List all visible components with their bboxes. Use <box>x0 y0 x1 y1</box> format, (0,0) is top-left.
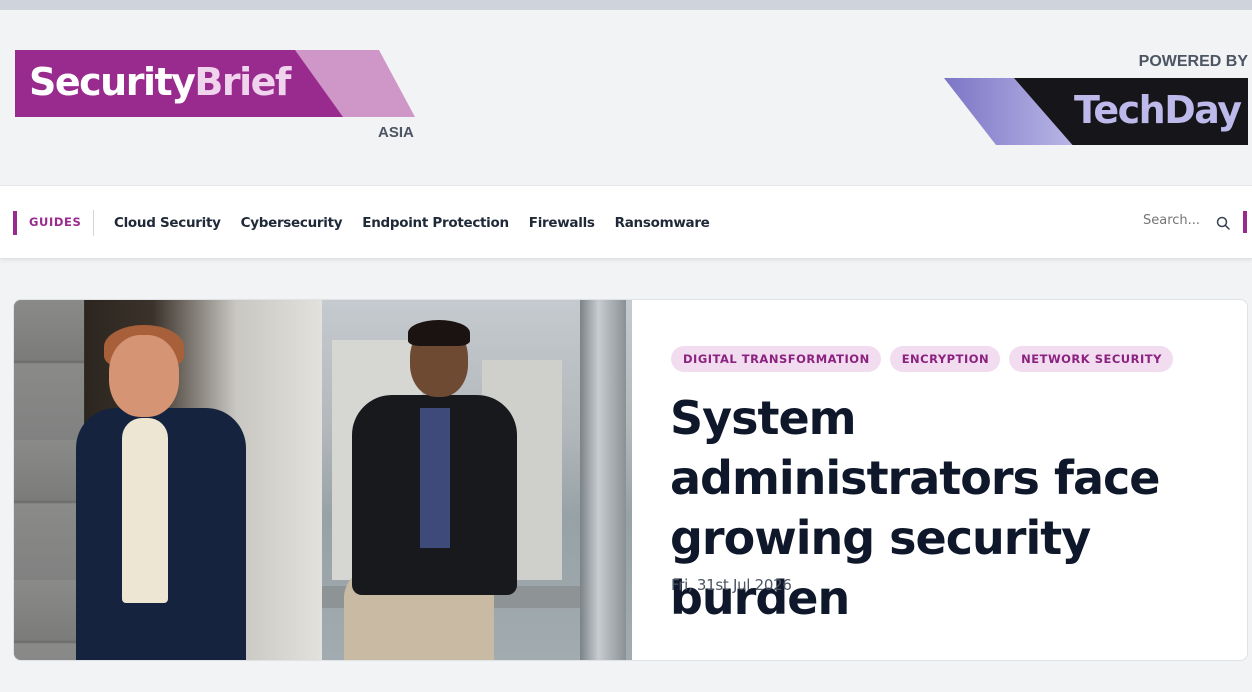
tag-network-security[interactable]: NETWORK SECURITY <box>1009 346 1173 372</box>
search-icon[interactable] <box>1216 215 1230 230</box>
techday-logo[interactable]: TechDay <box>944 78 1248 145</box>
person-one-head <box>109 335 179 417</box>
nav-link-cloud-security[interactable]: Cloud Security <box>114 215 221 231</box>
article-date: Fri, 31st Jul 2026 <box>671 576 792 594</box>
nav-links: Cloud Security Cybersecurity Endpoint Pr… <box>114 215 710 231</box>
search-input[interactable] <box>1143 213 1223 228</box>
nav-link-ransomware[interactable]: Ransomware <box>615 215 710 231</box>
guides-accent-bar <box>13 211 17 235</box>
main-nav: GUIDES Cloud Security Cybersecurity Endp… <box>0 185 1252 259</box>
stone-wall <box>14 300 84 660</box>
guides-label[interactable]: GUIDES <box>29 215 81 229</box>
person-one-shirt <box>122 418 168 603</box>
nav-right-accent-bar <box>1243 211 1247 233</box>
techday-logo-text: TechDay <box>1074 88 1242 132</box>
securitybrief-logo[interactable]: SecurityBrief <box>15 50 415 118</box>
article-photo-left <box>14 300 322 660</box>
person-two-shirt <box>420 408 450 548</box>
article-photo-right <box>322 300 632 660</box>
nav-divider <box>93 210 94 236</box>
window-frame <box>580 300 626 660</box>
featured-article-card[interactable]: DIGITAL TRANSFORMATION ENCRYPTION NETWOR… <box>13 299 1248 661</box>
tag-digital-transformation[interactable]: DIGITAL TRANSFORMATION <box>671 346 881 372</box>
powered-by-label: POWERED BY <box>1138 53 1248 70</box>
top-strip <box>0 0 1252 10</box>
article-tags: DIGITAL TRANSFORMATION ENCRYPTION NETWOR… <box>671 346 1173 372</box>
nav-link-firewalls[interactable]: Firewalls <box>529 215 595 231</box>
nav-link-endpoint-protection[interactable]: Endpoint Protection <box>362 215 509 231</box>
person-two-hair <box>408 320 470 346</box>
logo-text: SecurityBrief <box>29 60 291 104</box>
region-label: ASIA <box>378 124 414 141</box>
nav-link-cybersecurity[interactable]: Cybersecurity <box>241 215 343 231</box>
tag-encryption[interactable]: ENCRYPTION <box>889 346 1001 372</box>
